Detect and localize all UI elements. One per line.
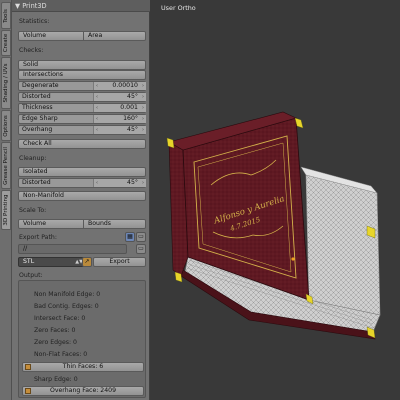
increment-arrow-icon[interactable]: › (142, 93, 144, 101)
tab-create[interactable]: Create (1, 30, 11, 56)
distorted-field[interactable]: Distorted ‹ 45° › (18, 92, 146, 102)
intersections-button[interactable]: Intersections (18, 70, 146, 80)
scale-volume-button[interactable]: Volume (19, 220, 83, 228)
edge-sharp-field[interactable]: Edge Sharp ‹ 160° › (18, 114, 146, 124)
increment-arrow-icon[interactable]: › (142, 104, 144, 112)
collapse-triangle-icon[interactable]: ▼ (15, 2, 20, 10)
output-non-manifold[interactable]: Non Manifold Edge: 0 (34, 291, 100, 298)
cleanup-distorted-label: Distorted (22, 179, 51, 186)
tab-options[interactable]: Options (1, 110, 11, 141)
cleanup-distorted-field[interactable]: Distorted ‹ 45° › (18, 178, 146, 188)
edge-sharp-value: 160° (123, 115, 138, 122)
volume-button[interactable]: Volume (19, 32, 83, 40)
overhang-label: Overhang (22, 126, 53, 133)
decrement-arrow-icon[interactable]: ‹ (96, 179, 98, 187)
overhang-face-label: Overhang Face: 2409 (49, 387, 117, 394)
folder-open-icon[interactable]: ▭ (136, 244, 146, 254)
distorted-value-box[interactable]: ‹ 45° › (93, 93, 146, 101)
decrement-arrow-icon[interactable]: ‹ (96, 82, 98, 90)
output-zero-faces[interactable]: Zero Faces: 0 (34, 327, 75, 334)
distorted-value: 45° (127, 93, 138, 100)
solid-button[interactable]: Solid (18, 60, 146, 70)
scale-to-buttons: Volume Bounds (18, 219, 146, 229)
edge-sharp-value-box[interactable]: ‹ 160° › (93, 115, 146, 123)
degenerate-field[interactable]: Degenerate ‹ 0.00010 › (18, 81, 146, 91)
output-zero-edges[interactable]: Zero Edges: 0 (34, 339, 77, 346)
statistics-buttons: Volume Area (18, 31, 146, 41)
thin-faces-label: Thin Faces: 6 (62, 363, 104, 370)
export-icon[interactable]: ↗ (82, 257, 92, 267)
overhang-face-button[interactable]: Overhang Face: 2409 (22, 386, 144, 396)
thickness-value: 0.001 (120, 104, 138, 111)
cleanup-distorted-value: 45° (127, 179, 138, 186)
folder-icon[interactable]: ▭ (136, 232, 146, 242)
tab-grease-pencil-label: Grease Pencil (3, 146, 9, 185)
output-box: Non Manifold Edge: 0 Bad Contig. Edges: … (18, 280, 146, 398)
output-non-flat[interactable]: Non-Flat Faces: 0 (34, 351, 87, 358)
degenerate-value: 0.00010 (112, 82, 138, 89)
edge-sharp-label: Edge Sharp (22, 115, 58, 122)
export-button[interactable]: Export (93, 257, 146, 267)
tab-options-label: Options (3, 114, 9, 137)
thin-faces-button[interactable]: Thin Faces: 6 (22, 362, 144, 372)
book-model[interactable]: Alfonso y Aurelia 4.7.2015 (151, 0, 400, 400)
origin-marker (291, 257, 295, 261)
tab-3d-printing-label: 3D Printing (3, 194, 9, 226)
select-icon (25, 388, 31, 394)
tab-shading-uvs-label: Shading / UVs (3, 63, 9, 103)
tab-grease-pencil[interactable]: Grease Pencil (1, 142, 11, 189)
output-label: Output: (19, 272, 43, 279)
output-sharp-edge[interactable]: Sharp Edge: 0 (34, 376, 78, 383)
overhang-value: 45° (127, 126, 138, 133)
area-button[interactable]: Area (83, 32, 145, 40)
cleanup-distorted-value-box[interactable]: ‹ 45° › (93, 179, 146, 187)
increment-arrow-icon[interactable]: › (142, 126, 144, 134)
export-path-label: Export Path: (19, 234, 57, 241)
tab-shading-uvs[interactable]: Shading / UVs (1, 57, 11, 109)
file-browse-icon[interactable]: ▦ (125, 232, 135, 242)
overhang-value-box[interactable]: ‹ 45° › (93, 126, 146, 134)
scale-to-label: Scale To: (19, 207, 47, 214)
thickness-value-box[interactable]: ‹ 0.001 › (93, 104, 146, 112)
corner-highlight (166, 137, 175, 149)
non-manifold-button[interactable]: Non-Manifold (18, 191, 146, 201)
decrement-arrow-icon[interactable]: ‹ (96, 115, 98, 123)
select-icon (25, 364, 31, 370)
increment-arrow-icon[interactable]: › (142, 179, 144, 187)
tab-tools-label: Tools (3, 8, 9, 23)
overhang-field[interactable]: Overhang ‹ 45° › (18, 125, 146, 135)
print3d-panel: ▼ Print3D Statistics: Volume Area Checks… (12, 0, 150, 400)
increment-arrow-icon[interactable]: › (142, 115, 144, 123)
thickness-label: Thickness (22, 104, 53, 111)
3d-viewport[interactable]: User Ortho Alfonso y Aurelia 4.7.2015 (151, 0, 400, 400)
decrement-arrow-icon[interactable]: ‹ (96, 93, 98, 101)
increment-arrow-icon[interactable]: › (142, 82, 144, 90)
degenerate-value-box[interactable]: ‹ 0.00010 › (93, 82, 146, 90)
panel-title: Print3D (22, 2, 47, 10)
cleanup-label: Cleanup: (19, 155, 47, 162)
output-intersect[interactable]: Intersect Face: 0 (34, 315, 85, 322)
degenerate-label: Degenerate (22, 82, 59, 89)
format-select[interactable]: STL ▲▼ (18, 257, 87, 267)
output-bad-contig[interactable]: Bad Contig. Edges: 0 (34, 303, 99, 310)
check-all-button[interactable]: Check All (18, 139, 146, 149)
tab-tools[interactable]: Tools (1, 2, 11, 29)
format-value: STL (23, 258, 35, 265)
panel-header[interactable]: ▼ Print3D (12, 0, 150, 12)
checks-label: Checks: (19, 47, 44, 54)
decrement-arrow-icon[interactable]: ‹ (96, 126, 98, 134)
tab-create-label: Create (3, 33, 9, 53)
distorted-label: Distorted (22, 93, 51, 100)
statistics-label: Statistics: (19, 18, 50, 25)
isolated-button[interactable]: Isolated (18, 167, 146, 177)
tab-3d-printing[interactable]: 3D Printing (1, 190, 11, 230)
page-block (305, 174, 381, 316)
thickness-field[interactable]: Thickness ‹ 0.001 › (18, 103, 146, 113)
decrement-arrow-icon[interactable]: ‹ (96, 104, 98, 112)
tool-tab-strip: Tools Create Shading / UVs Options Greas… (0, 0, 12, 400)
bounds-button[interactable]: Bounds (83, 220, 145, 228)
export-path-input[interactable]: // (18, 244, 127, 254)
